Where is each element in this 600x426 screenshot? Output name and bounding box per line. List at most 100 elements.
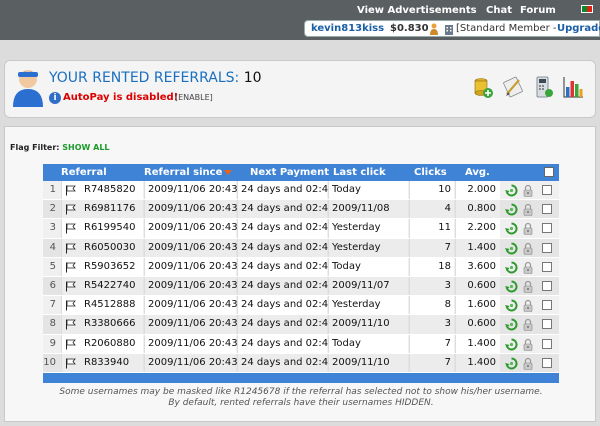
row-checkbox[interactable] <box>542 261 552 272</box>
flag-icon[interactable] <box>65 262 77 273</box>
flag-icon[interactable] <box>65 223 77 234</box>
flag-icon[interactable] <box>65 243 77 254</box>
referral-id[interactable]: R5903652 <box>84 261 135 272</box>
upgrade-link[interactable]: Upgrade <box>557 23 600 34</box>
next-payment-cell: 24 days and 02:42 <box>237 315 335 334</box>
flag-icon[interactable] <box>65 300 77 311</box>
clicks-cell: 7 <box>409 334 454 353</box>
avg-cell: 1.400 <box>455 238 500 257</box>
stats-chart-icon[interactable] <box>562 75 584 99</box>
building-icon[interactable] <box>444 23 454 35</box>
referral-id[interactable]: R6050030 <box>84 242 135 253</box>
masked-username-note: Some usernames may be masked like R12456… <box>5 387 597 409</box>
lock-icon[interactable] <box>523 338 533 351</box>
next-payment: 24 days and 02:42 <box>241 222 335 234</box>
lock-icon[interactable] <box>523 242 533 255</box>
col-referral-since[interactable]: Referral since <box>144 167 233 178</box>
referral-id[interactable]: R6199540 <box>84 222 135 233</box>
col-clicks[interactable]: Clicks <box>414 167 447 178</box>
flag-filter-label: Flag Filter: <box>10 143 60 152</box>
last-click-cell: 2009/11/08 <box>328 200 408 219</box>
col-avg[interactable]: Avg. <box>465 167 490 178</box>
lock-icon[interactable] <box>523 184 533 197</box>
referral-since: 2009/11/06 20:43 <box>148 318 238 330</box>
lock-icon[interactable] <box>523 280 533 293</box>
row-checkbox[interactable] <box>542 357 552 368</box>
referral-id[interactable]: R4512888 <box>84 299 135 310</box>
flag-icon[interactable] <box>65 185 77 196</box>
recycle-icon[interactable] <box>505 280 518 293</box>
row-checkbox[interactable] <box>542 242 552 253</box>
buy-referrals-icon[interactable] <box>472 75 494 99</box>
recycle-icon[interactable] <box>505 203 518 216</box>
referral-since-cell: 2009/11/06 20:43 <box>144 200 238 219</box>
referral-cell: R2060880 <box>61 334 143 353</box>
flag-filter-show-all[interactable]: SHOW ALL <box>62 143 109 152</box>
username-link[interactable]: kevin813kiss <box>311 23 384 34</box>
recycle-icon[interactable] <box>505 184 518 197</box>
clicks-cell: 18 <box>409 257 454 276</box>
select-all-checkbox[interactable] <box>544 167 554 177</box>
recycle-icon[interactable] <box>505 299 518 312</box>
lock-icon[interactable] <box>523 318 533 332</box>
flag-icon[interactable] <box>65 204 77 215</box>
referral-since: 2009/11/06 20:43 <box>148 241 238 253</box>
row-checkbox[interactable] <box>542 223 552 234</box>
last-click: Today <box>332 260 361 272</box>
enable-autopay-link[interactable]: [ENABLE] <box>175 93 213 102</box>
last-click: 2009/11/10 <box>332 318 390 330</box>
clicks-cell: 4 <box>409 200 454 219</box>
nav-view-advertisements[interactable]: View Advertisements <box>357 5 477 16</box>
last-click-cell: Yesterday <box>328 296 408 315</box>
referral-cell: R3380666 <box>61 315 143 334</box>
referrals-panel: Flag Filter: SHOW ALL Referral Referral … <box>4 126 596 422</box>
row-checkbox[interactable] <box>542 185 552 195</box>
last-click-cell: 2009/11/10 <box>328 315 408 334</box>
lock-icon[interactable] <box>523 261 533 274</box>
lock-icon[interactable] <box>523 222 533 236</box>
nav-forum[interactable]: Forum <box>520 5 556 16</box>
row-checkbox[interactable] <box>542 319 552 330</box>
flag-icon[interactable] <box>65 358 77 369</box>
clicks: 11 <box>438 222 451 234</box>
row-checkbox[interactable] <box>542 300 552 311</box>
lock-icon[interactable] <box>523 357 533 370</box>
extend-icon[interactable] <box>532 75 554 99</box>
row-checkbox[interactable] <box>542 280 552 291</box>
referral-id[interactable]: R7485820 <box>84 184 135 195</box>
user-icon[interactable] <box>429 23 439 35</box>
referral-id[interactable]: R833940 <box>84 357 129 368</box>
col-next-payment[interactable]: Next Payment <box>250 167 329 178</box>
average: 1.400 <box>467 241 496 253</box>
referral-cell: R4512888 <box>61 296 143 315</box>
flag-icon[interactable] <box>65 339 77 350</box>
referral-id[interactable]: R2060880 <box>84 338 135 349</box>
row-checkbox[interactable] <box>542 338 552 349</box>
clicks-cell: 7 <box>409 238 454 257</box>
note-line-2: By default, rented referrals have their … <box>168 398 434 408</box>
col-last-click[interactable]: Last click <box>333 167 386 178</box>
recycle-icon[interactable] <box>505 261 518 274</box>
clicks: 10 <box>438 184 451 195</box>
flag-icon[interactable] <box>65 281 77 292</box>
referral-id[interactable]: R5422740 <box>84 280 135 291</box>
nav-chat[interactable]: Chat <box>486 5 512 16</box>
table-row: 8 R3380666 2009/11/06 20:43 24 days and 02:… <box>43 315 559 335</box>
recycle-icon[interactable] <box>505 318 518 331</box>
recycle-icon[interactable] <box>505 357 518 370</box>
referral-id[interactable]: R6981176 <box>84 203 135 214</box>
lock-icon[interactable] <box>523 203 533 216</box>
col-referral[interactable]: Referral <box>61 167 107 178</box>
row-checkbox[interactable] <box>542 204 552 215</box>
recycle-icon[interactable] <box>505 222 518 235</box>
clicks: 18 <box>438 260 451 272</box>
portugal-flag-icon[interactable] <box>581 5 593 13</box>
recycle-tool-icon[interactable] <box>502 75 524 99</box>
next-payment: 24 days and 02:42 <box>241 279 335 291</box>
referral-id[interactable]: R3380666 <box>84 318 135 329</box>
recycle-icon[interactable] <box>505 242 518 255</box>
lock-icon[interactable] <box>523 299 533 312</box>
last-click-cell: Yesterday <box>328 238 408 257</box>
recycle-icon[interactable] <box>505 337 518 351</box>
flag-icon[interactable] <box>65 319 77 330</box>
